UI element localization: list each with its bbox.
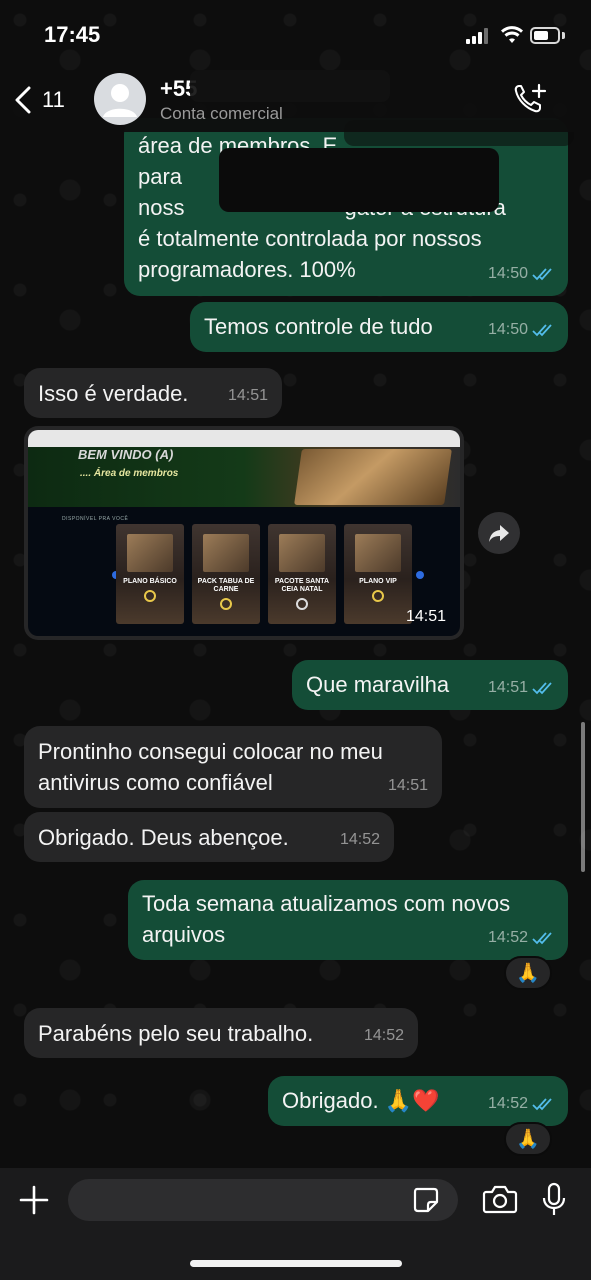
status-time: 17:45 [44,22,101,47]
product-card: PLANO BÁSICO [116,524,184,624]
chat-header: 11 +55 Conta comercial [0,70,591,132]
image-preview[interactable]: BEM VINDO (A) .... Área de membros DISPO… [28,430,460,636]
message-bubble-outgoing[interactable]: Toda semana atualizamos com novos arquiv… [128,880,568,960]
message-input[interactable] [68,1179,458,1221]
message-line: Prontinho consegui colocar no meu [38,739,383,764]
message-time: 14:51 [387,777,428,794]
message-meta: 14:52 [488,1088,554,1119]
message-meta: 14:52 [488,922,554,953]
message-time: 14:50 [487,265,528,282]
message-meta: 14:51 [228,380,268,411]
message-bubble-outgoing[interactable]: área de membros. E para nossgator a estr… [124,118,574,296]
message-time: 14:51 [227,387,268,404]
attach-button[interactable] [18,1184,50,1221]
sticker-button[interactable] [412,1186,440,1219]
message-time: 14:51 [405,608,446,625]
product-image [355,534,401,572]
product-image [127,534,173,572]
reaction-badge[interactable]: 🙏 [504,956,552,990]
avatar[interactable] [94,73,146,125]
lock-icon [220,598,232,610]
signal-icon [466,28,490,44]
call-add-icon [514,83,547,113]
redaction-mark [219,148,499,212]
message-meta: 14:51 [388,770,428,801]
message-bubble-incoming[interactable]: Isso é verdade. 14:51 [24,368,282,418]
product-card: PACOTE SANTA CEIA NATAL [268,524,336,624]
read-ticks-icon [532,1097,554,1111]
read-ticks-icon [532,681,554,695]
forward-button[interactable] [478,512,520,554]
product-image [279,534,325,572]
lock-icon [296,598,308,610]
message-meta: 14:51 [488,672,554,703]
composer-bar [0,1168,591,1280]
message-bubble-incoming[interactable]: Prontinho consegui colocar no meu antivi… [24,726,442,808]
contact-subtitle: Conta comercial [160,104,283,123]
camera-button[interactable] [482,1184,518,1219]
read-ticks-icon [532,323,554,337]
lock-icon [144,590,156,602]
message-text: Obrigado. Deus abençoe. [38,825,289,850]
message-line: Toda semana atualizamos com novos [142,891,511,916]
product-title: PLANO BÁSICO [123,578,177,585]
product-card: PACK TABUA DE CARNE [192,524,260,624]
camera-icon [482,1185,518,1214]
message-meta: 14:52 [364,1020,404,1051]
read-ticks-icon [532,931,554,945]
read-ticks-icon [532,267,554,281]
scrollbar[interactable] [581,722,585,872]
banner-subtitle: .... Área de membros [80,468,179,479]
message-bubble-incoming[interactable]: Obrigado. Deus abençoe. 14:52 [24,812,394,862]
message-line: antivirus como confiável [38,770,273,795]
back-chevron-icon [15,86,31,114]
message-time: 14:52 [363,1027,404,1044]
product-image [203,534,249,572]
message-time: 14:52 [487,1095,528,1112]
back-button[interactable]: 11 [14,80,65,120]
message-bubble-incoming[interactable]: Parabéns pelo seu trabalho. 14:52 [24,1008,418,1058]
message-text: Parabéns pelo seu trabalho. [38,1021,314,1046]
battery-tip [562,32,565,39]
carousel-next-icon [416,571,424,579]
message-bubble-outgoing[interactable]: Que maravilha 14:51 [292,660,568,710]
redaction-mark [190,70,390,102]
sticker-icon [413,1187,439,1213]
product-title: PACK TABUA DE CARNE [197,578,255,593]
reaction-badge[interactable]: 🙏 [504,1122,552,1156]
image-message[interactable]: BEM VINDO (A) .... Área de membros DISPO… [24,426,464,640]
message-time: 14:52 [487,929,528,946]
wifi-icon [501,26,523,43]
product-title: PACOTE SANTA CEIA NATAL [274,578,330,593]
microphone-icon [542,1182,566,1215]
call-add-button[interactable] [512,82,548,121]
microphone-button[interactable] [541,1182,567,1223]
plus-icon [19,1185,49,1215]
home-indicator[interactable] [190,1260,402,1267]
message-time: 14:52 [339,831,380,848]
product-card: PLANO VIP [344,524,412,624]
banner-artwork [294,449,452,505]
forward-icon [489,525,509,542]
message-time: 14:51 [487,679,528,696]
message-meta: 14:50 [488,314,554,345]
product-title: PLANO VIP [359,578,397,585]
message-meta: 14:50 [488,258,554,289]
browser-bar [28,430,460,447]
banner-title: BEM VINDO (A) [78,447,174,462]
message-meta: 14:52 [340,824,380,855]
status-bar: 17:45 [0,0,591,70]
message-line: é totalmente controlada por nossos [138,226,482,251]
unread-count: 11 [42,87,65,112]
battery-icon [530,27,560,44]
section-label: DISPONÍVEL PRA VOCÊ [62,516,129,522]
message-bubble-outgoing[interactable]: Temos controle de tudo 14:50 [190,302,568,352]
avatar-icon [103,84,137,117]
message-bubble-outgoing[interactable]: Obrigado. 🙏❤️ 14:52 [268,1076,568,1126]
lock-icon [372,590,384,602]
members-banner: BEM VINDO (A) .... Área de membros [28,447,460,507]
message-time: 14:50 [487,321,528,338]
